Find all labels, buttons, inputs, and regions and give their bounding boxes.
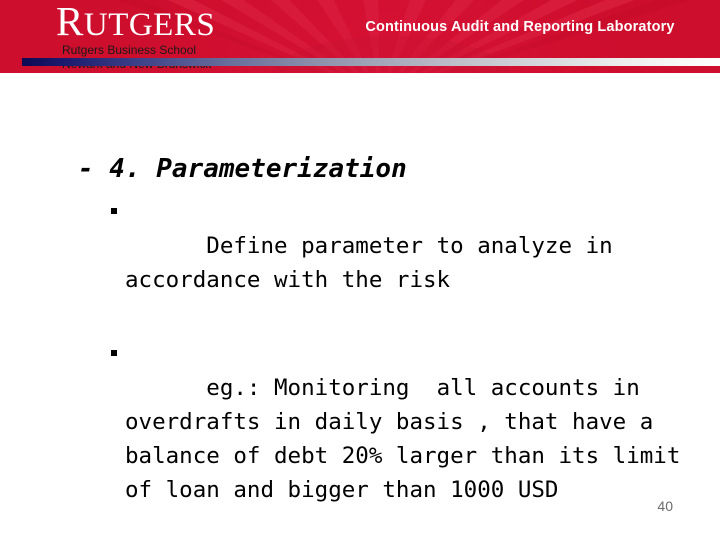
rutgers-wordmark-initial: R [56,0,84,44]
page-number: 40 [657,498,673,514]
banner-title: Continuous Audit and Reporting Laborator… [365,19,675,35]
square-bullet-icon [111,208,117,214]
bullet-item: eg.: Monitoring all accounts in overdraf… [110,337,710,541]
square-bullet-icon [111,350,117,356]
bullet-item: Define parameter to analyze in accordanc… [110,195,710,331]
slide-heading: - 4. Parameterization [78,154,407,184]
bullet-item-text: eg.: Monitoring all accounts in overdraf… [125,375,694,503]
slide-content: - 4. Parameterization Define parameter t… [0,73,720,540]
slide-header-banner: RUTGERS Rutgers Business School Newark a… [0,0,720,73]
logo-subtitle-school: Rutgers Business School [62,43,197,57]
rutgers-wordmark-rest: UTGERS [83,7,216,43]
banner-gradient-divider [22,58,720,66]
rutgers-wordmark: RUTGERS [56,1,336,43]
bullet-item-text: Define parameter to analyze in accordanc… [125,233,627,293]
bullet-list: Define parameter to analyze in accordanc… [110,195,710,541]
